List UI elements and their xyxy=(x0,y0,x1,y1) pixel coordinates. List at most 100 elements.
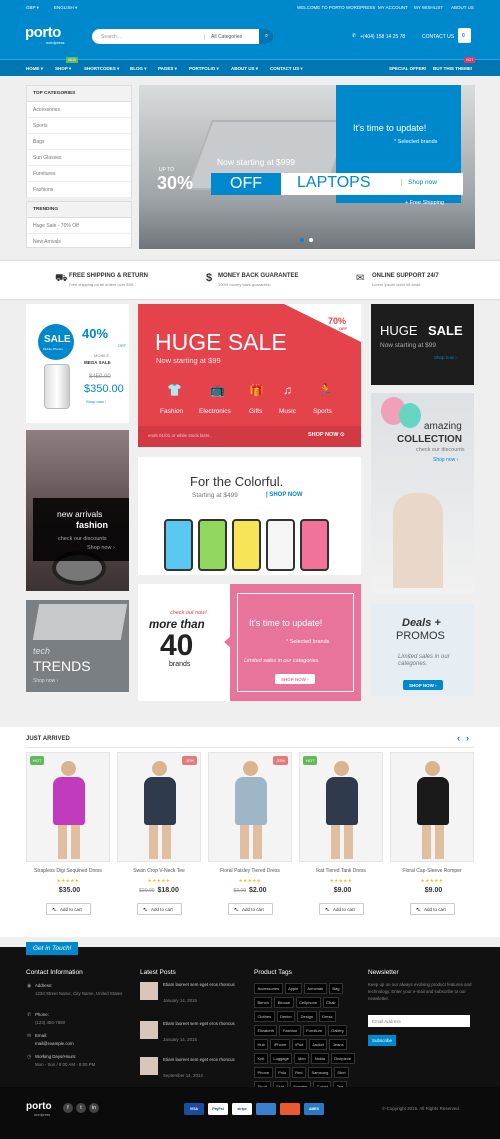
post-title[interactable]: Etiam laoreet sem eget eros rhoncus xyxy=(163,1056,243,1063)
cat-electronics[interactable]: Electronics xyxy=(199,408,231,415)
slider-dot[interactable] xyxy=(300,238,304,242)
promo-sale-mobile[interactable]: SALE Mobile Phones 40% OFF MOBILE MEGA S… xyxy=(26,304,129,423)
search-input[interactable]: Search... xyxy=(101,34,121,40)
tag-item[interactable]: Cellphone xyxy=(295,997,321,1008)
newsletter-email-input[interactable]: Email Address xyxy=(368,1015,470,1027)
nav-contact[interactable]: CONTACT US ▾ xyxy=(270,66,303,72)
amazing-shop[interactable]: Shop now › xyxy=(433,457,458,463)
facebook-icon[interactable]: f xyxy=(63,1103,73,1113)
cat-music[interactable]: Music xyxy=(279,408,296,415)
category-item[interactable]: Sports xyxy=(27,118,131,134)
product-image[interactable] xyxy=(26,752,110,862)
tag-item[interactable]: Elizabeth xyxy=(254,1025,278,1036)
footer-logo[interactable]: porto xyxy=(26,1101,52,1112)
add-to-cart-button[interactable]: ⛍ Add to cart xyxy=(319,903,364,915)
prev-arrow-icon[interactable]: ‹ xyxy=(457,733,460,743)
product-name[interactable]: Floral Cap-Sleeve Romper xyxy=(390,868,474,874)
product-name[interactable]: Floral Paisley Tiered Dress xyxy=(208,868,292,874)
nav-pages[interactable]: PAGES ▾ xyxy=(158,66,177,72)
trending-item[interactable]: New Arrivals xyxy=(27,234,131,250)
tag-item[interactable]: Clothes xyxy=(254,1011,275,1022)
category-item[interactable]: Fashions xyxy=(27,182,131,198)
tag-item[interactable]: Bench xyxy=(254,997,273,1008)
nav-shortcodes[interactable]: SHORTCODES ▾ xyxy=(84,66,119,72)
product-name[interactable]: Strapless Digi Sequined Dress xyxy=(26,868,110,874)
tech-shop[interactable]: Shop now › xyxy=(33,678,58,684)
add-to-cart-button[interactable]: ⛍ Add to cart xyxy=(46,903,91,915)
tag-item[interactable]: Fashion xyxy=(279,1025,301,1036)
buy-theme-link[interactable]: BUY THIS THEME! xyxy=(433,66,472,71)
tag-item[interactable]: Knit xyxy=(254,1053,268,1064)
cart-icon[interactable]: 0 xyxy=(458,28,471,43)
tag-item[interactable]: Onepiece xyxy=(330,1053,355,1064)
add-to-cart-button[interactable]: ⛍ Add to cart xyxy=(137,903,182,915)
tag-item[interactable]: Furniture xyxy=(302,1025,326,1036)
about-us-link[interactable]: ABOUT US xyxy=(451,5,474,10)
tag-item[interactable]: iPhone xyxy=(270,1039,290,1050)
tag-item[interactable]: Design xyxy=(297,1011,317,1022)
language-selector[interactable]: ENGLISH ▾ xyxy=(54,5,77,11)
search-icon[interactable]: ⌕ xyxy=(259,29,274,44)
post-thumb[interactable] xyxy=(140,1057,158,1075)
tag-item[interactable]: Dress xyxy=(318,1011,337,1022)
product-card[interactable]: Floral Paisley Tiered Dress ★★★★★ $3.00 $… xyxy=(208,752,292,922)
tag-item[interactable]: Chair xyxy=(322,997,340,1008)
category-item[interactable]: Bags xyxy=(27,134,131,150)
huge-sale-dark-banner[interactable]: HUGE SALE Now starting at $99 Shop now › xyxy=(371,304,474,385)
amazing-collection-banner[interactable]: amazing COLLECTION check our discounts S… xyxy=(371,393,474,593)
tag-item[interactable]: iPod xyxy=(291,1039,307,1050)
category-select[interactable]: All Categories xyxy=(204,33,242,40)
huge-sale-shop[interactable]: SHOP NOW ⊙ xyxy=(308,432,345,438)
product-card[interactable]: Floral Cap-Sleeve Romper ★★★★★ $9.00 ⛍ A… xyxy=(390,752,474,922)
product-card[interactable]: Ikat Tiered Tank Dress ★★★★★ $9.00 ⛍ Add… xyxy=(299,752,383,922)
slider-dot[interactable] xyxy=(309,238,313,242)
tag-item[interactable]: Gallery xyxy=(327,1025,348,1036)
tag-item[interactable]: Luggage xyxy=(269,1053,293,1064)
next-arrow-icon[interactable]: › xyxy=(466,733,469,743)
product-name[interactable]: Ikat Tiered Tank Dress xyxy=(299,868,383,874)
post-title[interactable]: Etiam laoreet sem eget eros rhoncus xyxy=(163,981,243,988)
nav-home[interactable]: HOME ▾ xyxy=(26,66,43,72)
tag-item[interactable]: Jacket xyxy=(308,1039,328,1050)
tag-item[interactable]: Accessories xyxy=(254,983,283,994)
tag-item[interactable]: Armchair xyxy=(303,983,327,994)
product-card[interactable]: Swan Crop V-Neck Tee ★★★★★ $20.00 $18.00 … xyxy=(117,752,201,922)
update2-shop[interactable]: SHOP NOW › xyxy=(275,674,315,684)
tag-item[interactable]: Blouse xyxy=(274,997,294,1008)
post-thumb[interactable] xyxy=(140,982,158,1000)
new-arrivals-shop[interactable]: Shop now › xyxy=(87,545,115,551)
huge-dark-shop[interactable]: Shop now › xyxy=(434,355,457,360)
nav-about[interactable]: ABOUT US ▾ xyxy=(231,66,258,72)
tag-item[interactable]: Nokia xyxy=(311,1053,329,1064)
tag-item[interactable]: Men xyxy=(294,1053,310,1064)
nav-blog[interactable]: BLOG ▾ xyxy=(130,66,147,72)
colorful-banner[interactable]: For the Colorful. Starting at $499 | SHO… xyxy=(138,457,361,575)
colorful-shop[interactable]: | SHOP NOW xyxy=(266,492,303,498)
post-title[interactable]: Etiam laoreet sem eget eros rhoncus xyxy=(163,1020,243,1027)
my-wishlist-link[interactable]: MY WISHLIST xyxy=(414,5,443,10)
product-image[interactable] xyxy=(117,752,201,862)
deals-shop[interactable]: SHOP NOW › xyxy=(403,680,443,690)
nav-shop[interactable]: SHOP ▾ xyxy=(55,66,71,72)
header-contact-link[interactable]: CONTACT US xyxy=(422,34,454,40)
subscribe-button[interactable]: Subscribe xyxy=(368,1035,397,1046)
product-image[interactable] xyxy=(390,752,474,862)
tech-trends-banner[interactable]: tech TRENDS Shop now › xyxy=(26,600,129,692)
new-arrivals-banner[interactable]: new arrivals fashion check our discounts… xyxy=(26,430,129,591)
email-value[interactable]: mail@example.com xyxy=(35,1040,74,1047)
tag-item[interactable]: Phone xyxy=(254,1067,273,1078)
add-to-cart-button[interactable]: ⛍ Add to cart xyxy=(410,903,455,915)
sale-shop-now[interactable]: Shop now › xyxy=(86,399,106,404)
cat-gifts[interactable]: Gifts xyxy=(249,408,262,415)
huge-sale-banner[interactable]: 70% OFF HUGE SALE Now starting at $99 👕 … xyxy=(138,304,361,447)
tag-item[interactable]: Jeans xyxy=(329,1039,348,1050)
tag-item[interactable]: Apple xyxy=(284,983,302,994)
brands-banner[interactable]: check out now! more than 40 brands It's … xyxy=(138,584,361,701)
logo[interactable]: porto xyxy=(25,24,61,41)
tag-item[interactable]: Shirt xyxy=(333,1067,350,1078)
category-item[interactable]: Accessories xyxy=(27,102,131,118)
nav-portfolio[interactable]: PORTFOLIO ▾ xyxy=(189,66,219,72)
hero-slider[interactable]: It's time to update! * Selected brands N… xyxy=(139,85,475,249)
product-image[interactable] xyxy=(208,752,292,862)
post-thumb[interactable] xyxy=(140,1021,158,1039)
